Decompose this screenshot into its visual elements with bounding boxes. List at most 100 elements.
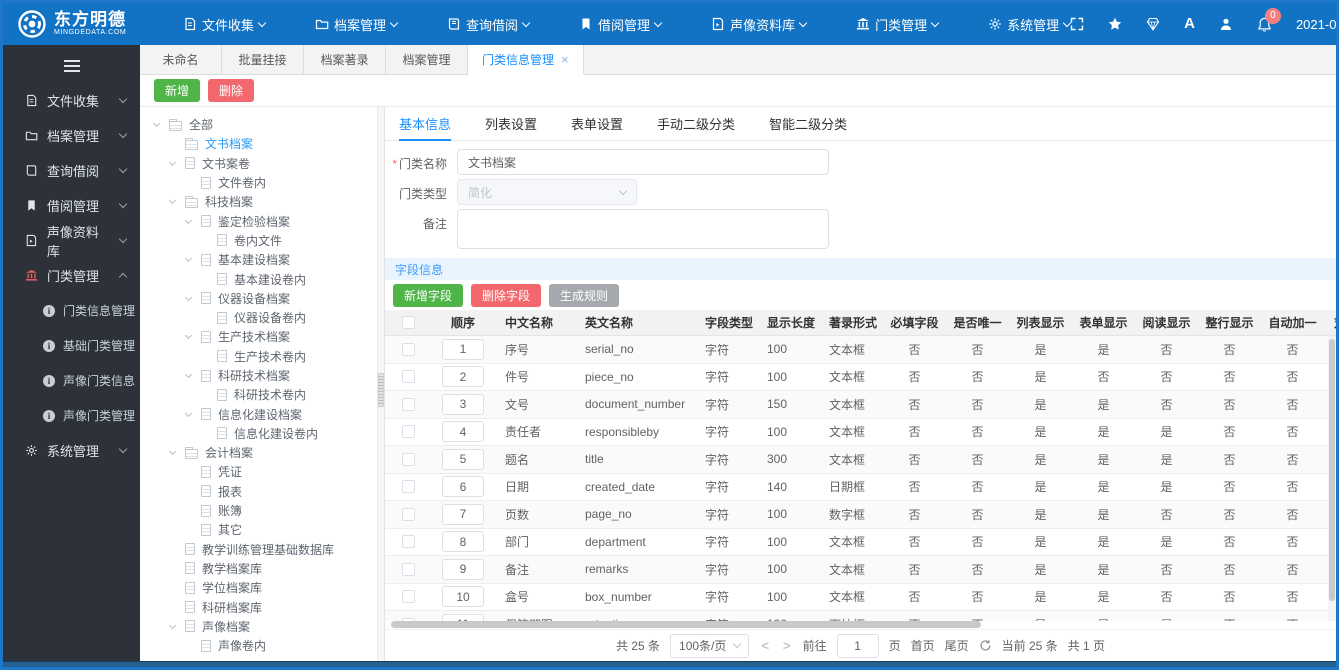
row-checkbox[interactable] xyxy=(401,507,415,521)
expander-icon[interactable] xyxy=(184,216,193,224)
table-horizontal-scrollbar[interactable] xyxy=(385,621,1336,629)
tree-node[interactable]: 基本建设档案 xyxy=(154,250,384,269)
sidebar-item-media-library[interactable]: 声像资料库 xyxy=(3,223,140,259)
order-input[interactable] xyxy=(442,503,484,525)
order-input[interactable] xyxy=(442,338,484,360)
expander-icon[interactable] xyxy=(168,197,177,205)
row-checkbox[interactable] xyxy=(401,452,415,466)
table-row[interactable]: 备注 remarks 字符 100 文本框 否 否 是 是 否 xyxy=(385,556,1336,584)
nav-category-manage[interactable]: 门类管理 xyxy=(856,15,940,34)
delete-button[interactable]: 删除 xyxy=(208,79,255,102)
sidebar-item-file-collect[interactable]: 文件收集 xyxy=(3,83,140,118)
table-row[interactable]: 盒号 box_number 字符 100 文本框 否 否 是 是 否 xyxy=(385,584,1336,611)
order-input[interactable] xyxy=(442,558,484,580)
expander-icon[interactable] xyxy=(184,255,193,263)
nav-query-borrow[interactable]: 查询借阅 xyxy=(447,15,531,34)
tree-node[interactable]: 科技档案 xyxy=(154,192,384,211)
add-field-button[interactable]: 新增字段 xyxy=(393,283,464,307)
row-checkbox[interactable] xyxy=(401,342,415,356)
tree-node[interactable]: 卷内文件 xyxy=(154,231,384,250)
sidebar-item-archive-manage[interactable]: 档案管理 xyxy=(3,118,140,153)
order-input[interactable] xyxy=(442,476,484,498)
page-size-select[interactable]: 100条/页 xyxy=(670,633,750,658)
expander-icon[interactable] xyxy=(184,370,193,379)
sidebar-item-system-manage[interactable]: 系统管理 xyxy=(3,433,140,468)
sidebar-subitem-media-category-manage[interactable]: i 声像门类管理 xyxy=(3,398,140,433)
nav-system-manage[interactable]: 系统管理 xyxy=(988,15,1072,34)
tree-node[interactable]: 会计档案 xyxy=(154,443,384,462)
table-row[interactable]: 页数 page_no 字符 100 数字框 否 否 是 是 否 xyxy=(385,501,1336,529)
table-row[interactable]: 日期 created_date 字符 140 日期框 否 否 是 是 是 xyxy=(385,474,1336,501)
worktab[interactable]: 未命名 xyxy=(140,45,222,74)
category-name-input[interactable] xyxy=(457,149,829,175)
row-checkbox[interactable] xyxy=(401,397,415,411)
order-input[interactable] xyxy=(442,421,484,443)
delete-field-button[interactable]: 删除字段 xyxy=(471,283,542,307)
tree-node[interactable]: 教学训练管理基础数据库 xyxy=(154,540,384,559)
tree-scrollbar[interactable] xyxy=(377,107,384,661)
tree-node[interactable]: 基本建设卷内 xyxy=(154,269,384,288)
tree-node[interactable]: 科研技术卷内 xyxy=(154,385,384,404)
sidebar-subitem-base-category[interactable]: i 基础门类管理 xyxy=(3,328,140,363)
detail-tab[interactable]: 列表设置 xyxy=(485,107,537,140)
tree-node[interactable]: 文件卷内 xyxy=(154,173,384,192)
tree-node[interactable]: 凭证 xyxy=(154,462,384,481)
fullscreen-icon[interactable] xyxy=(1070,17,1084,31)
detail-tab[interactable]: 基本信息 xyxy=(399,107,452,141)
tree-node[interactable]: 生产技术档案 xyxy=(154,327,384,346)
row-checkbox[interactable] xyxy=(401,480,415,494)
table-row[interactable]: 件号 piece_no 字符 100 文本框 否 否 是 否 否 xyxy=(385,364,1336,391)
tree-node[interactable]: 教学档案库 xyxy=(154,559,384,578)
table-horizontal-scrollbar-thumb[interactable] xyxy=(391,621,981,628)
worktab[interactable]: 批量挂接 xyxy=(222,45,304,74)
table-row[interactable]: 保管期限 retention 字符 100 下拉框 否 否 是 是 是 xyxy=(385,611,1336,621)
row-checkbox[interactable] xyxy=(401,370,415,384)
detail-tab[interactable]: 表单设置 xyxy=(571,107,623,140)
star-icon[interactable] xyxy=(1108,17,1122,31)
detail-tab[interactable]: 手动二级分类 xyxy=(657,107,735,140)
tree-node[interactable]: 声像档案 xyxy=(154,617,384,636)
expander-icon[interactable] xyxy=(152,120,161,128)
sidebar-item-query-borrow[interactable]: 查询借阅 xyxy=(3,153,140,188)
tree-node[interactable]: 声像卷内 xyxy=(154,636,384,655)
table-vertical-scrollbar[interactable] xyxy=(1328,336,1336,621)
nav-archive-manage[interactable]: 档案管理 xyxy=(315,15,399,34)
remark-textarea[interactable] xyxy=(457,209,829,249)
tree-node[interactable]: 信息化建设档案 xyxy=(154,404,384,423)
worktab[interactable]: 档案著录 xyxy=(304,45,386,74)
tree-node[interactable]: 仪器设备卷内 xyxy=(154,308,384,327)
close-icon[interactable]: × xyxy=(561,53,569,66)
tree-node[interactable]: 文书案卷 xyxy=(154,154,384,173)
bell-icon[interactable]: 0 xyxy=(1257,7,1281,32)
worktab[interactable]: 档案管理 xyxy=(386,45,468,74)
tree-node[interactable]: 其它 xyxy=(154,520,384,539)
tree-scrollbar-thumb[interactable] xyxy=(378,372,384,407)
user-icon[interactable] xyxy=(1219,17,1233,31)
tree-node[interactable]: 文书档案 xyxy=(154,134,384,153)
nav-media-library[interactable]: 声像资料库 xyxy=(711,15,808,34)
tree-node[interactable]: 科研档案库 xyxy=(154,597,384,616)
row-checkbox[interactable] xyxy=(401,425,415,439)
table-row[interactable]: 文号 document_number 字符 150 文本框 否 否 是 是 xyxy=(385,391,1336,419)
add-button[interactable]: 新增 xyxy=(154,79,201,102)
row-checkbox[interactable] xyxy=(401,590,415,604)
nav-file-collect[interactable]: 文件收集 xyxy=(183,15,267,34)
tree-node[interactable]: 科研技术档案 xyxy=(154,366,384,385)
tree-node[interactable]: 全部 xyxy=(152,115,384,134)
row-checkbox[interactable] xyxy=(401,562,415,576)
tree-node[interactable]: 学位档案库 xyxy=(154,578,384,597)
order-input[interactable] xyxy=(442,366,484,388)
menu-collapse-icon[interactable] xyxy=(3,49,140,83)
order-input[interactable] xyxy=(442,448,484,470)
expander-icon[interactable] xyxy=(184,332,193,340)
order-input[interactable] xyxy=(442,531,484,553)
order-input[interactable] xyxy=(442,393,484,415)
tree-node[interactable]: 仪器设备档案 xyxy=(154,289,384,308)
tree-node[interactable]: 生产技术卷内 xyxy=(154,347,384,366)
goto-page-input[interactable] xyxy=(836,633,879,658)
nav-borrow-manage[interactable]: 借阅管理 xyxy=(579,15,663,34)
tree-node[interactable]: 鉴定检验档案 xyxy=(154,211,384,230)
category-type-select[interactable]: 简化 xyxy=(457,179,637,205)
sidebar-item-category-manage[interactable]: 门类管理 xyxy=(3,258,140,293)
expander-icon[interactable] xyxy=(168,158,177,166)
